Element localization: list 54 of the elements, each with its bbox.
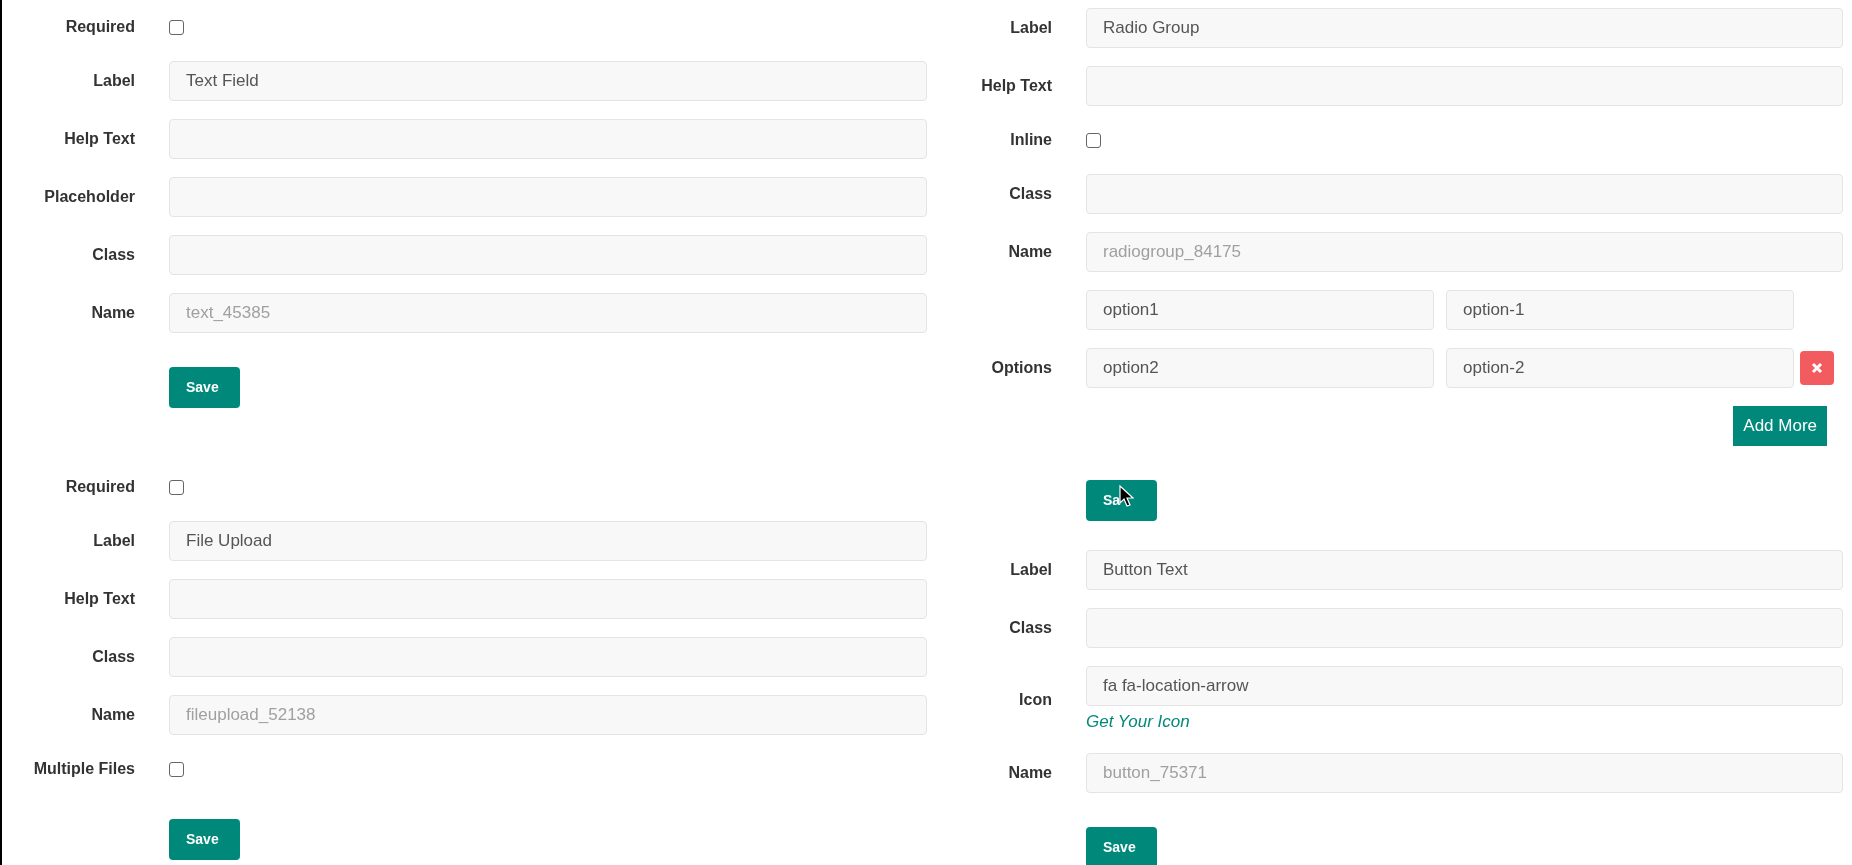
field-label: Label <box>92 71 135 91</box>
text-field[interactable]: text_45385 <box>169 293 927 333</box>
field-label: Help Text <box>980 76 1052 96</box>
text-field[interactable]: option2 <box>1086 348 1434 388</box>
text-field[interactable]: radiogroup_84175 <box>1086 232 1843 272</box>
field-label: Name <box>1007 762 1052 783</box>
field-label: Class <box>1008 184 1052 204</box>
text-field[interactable] <box>169 235 927 275</box>
text-field[interactable]: File Upload <box>169 521 927 561</box>
field-label: Help Text <box>63 129 135 149</box>
link[interactable]: Get Your Icon <box>1086 709 1843 735</box>
checkbox[interactable] <box>1086 132 1101 148</box>
text-field[interactable] <box>169 177 927 217</box>
checkbox[interactable] <box>169 761 184 777</box>
field-label: Label <box>1009 18 1052 38</box>
save-button[interactable]: Save <box>169 819 240 860</box>
text-field[interactable]: fa fa-location-arrow <box>1086 666 1843 706</box>
text-field[interactable] <box>1086 66 1843 106</box>
field-label: Name <box>90 303 135 323</box>
text-field[interactable]: Text Field <box>169 61 927 101</box>
field-label: Help Text <box>63 589 135 609</box>
text-field[interactable]: button_75371 <box>1086 752 1843 793</box>
add-more-button[interactable]: Add More <box>1733 406 1827 446</box>
text-field[interactable]: Button Text <box>1086 550 1843 590</box>
field-label: Options <box>990 358 1052 378</box>
field-label: Required <box>64 17 135 37</box>
field-label: Inline <box>1009 130 1052 150</box>
field-label: Required <box>64 477 135 497</box>
text-field[interactable] <box>1086 608 1843 648</box>
text-field[interactable]: option1 <box>1086 290 1434 330</box>
text-field[interactable]: fileupload_52138 <box>169 695 927 735</box>
text-field[interactable] <box>169 579 927 619</box>
text-field[interactable] <box>1086 174 1843 214</box>
close-icon <box>1811 362 1823 374</box>
field-label: Label <box>92 531 135 551</box>
checkbox[interactable] <box>169 19 184 35</box>
field-label: Name <box>90 705 135 725</box>
text-field[interactable]: option-1 <box>1446 290 1794 330</box>
field-label: Class <box>91 245 135 265</box>
text-field[interactable]: Radio Group <box>1086 8 1843 48</box>
text-field[interactable] <box>169 637 927 677</box>
field-label: Label <box>1009 560 1052 580</box>
field-label: Icon <box>1018 690 1052 711</box>
field-label: Placeholder <box>43 187 135 207</box>
save-button[interactable]: Save <box>1086 826 1157 865</box>
checkbox[interactable] <box>169 479 184 495</box>
save-button[interactable]: Save <box>169 367 240 408</box>
text-field[interactable] <box>169 119 927 159</box>
field-label: Class <box>1008 618 1052 638</box>
field-label: Name <box>1007 242 1052 262</box>
field-label: Class <box>91 647 135 667</box>
remove-button[interactable] <box>1800 351 1834 385</box>
text-field[interactable]: option-2 <box>1446 348 1794 388</box>
field-label: Multiple Files <box>32 759 135 779</box>
